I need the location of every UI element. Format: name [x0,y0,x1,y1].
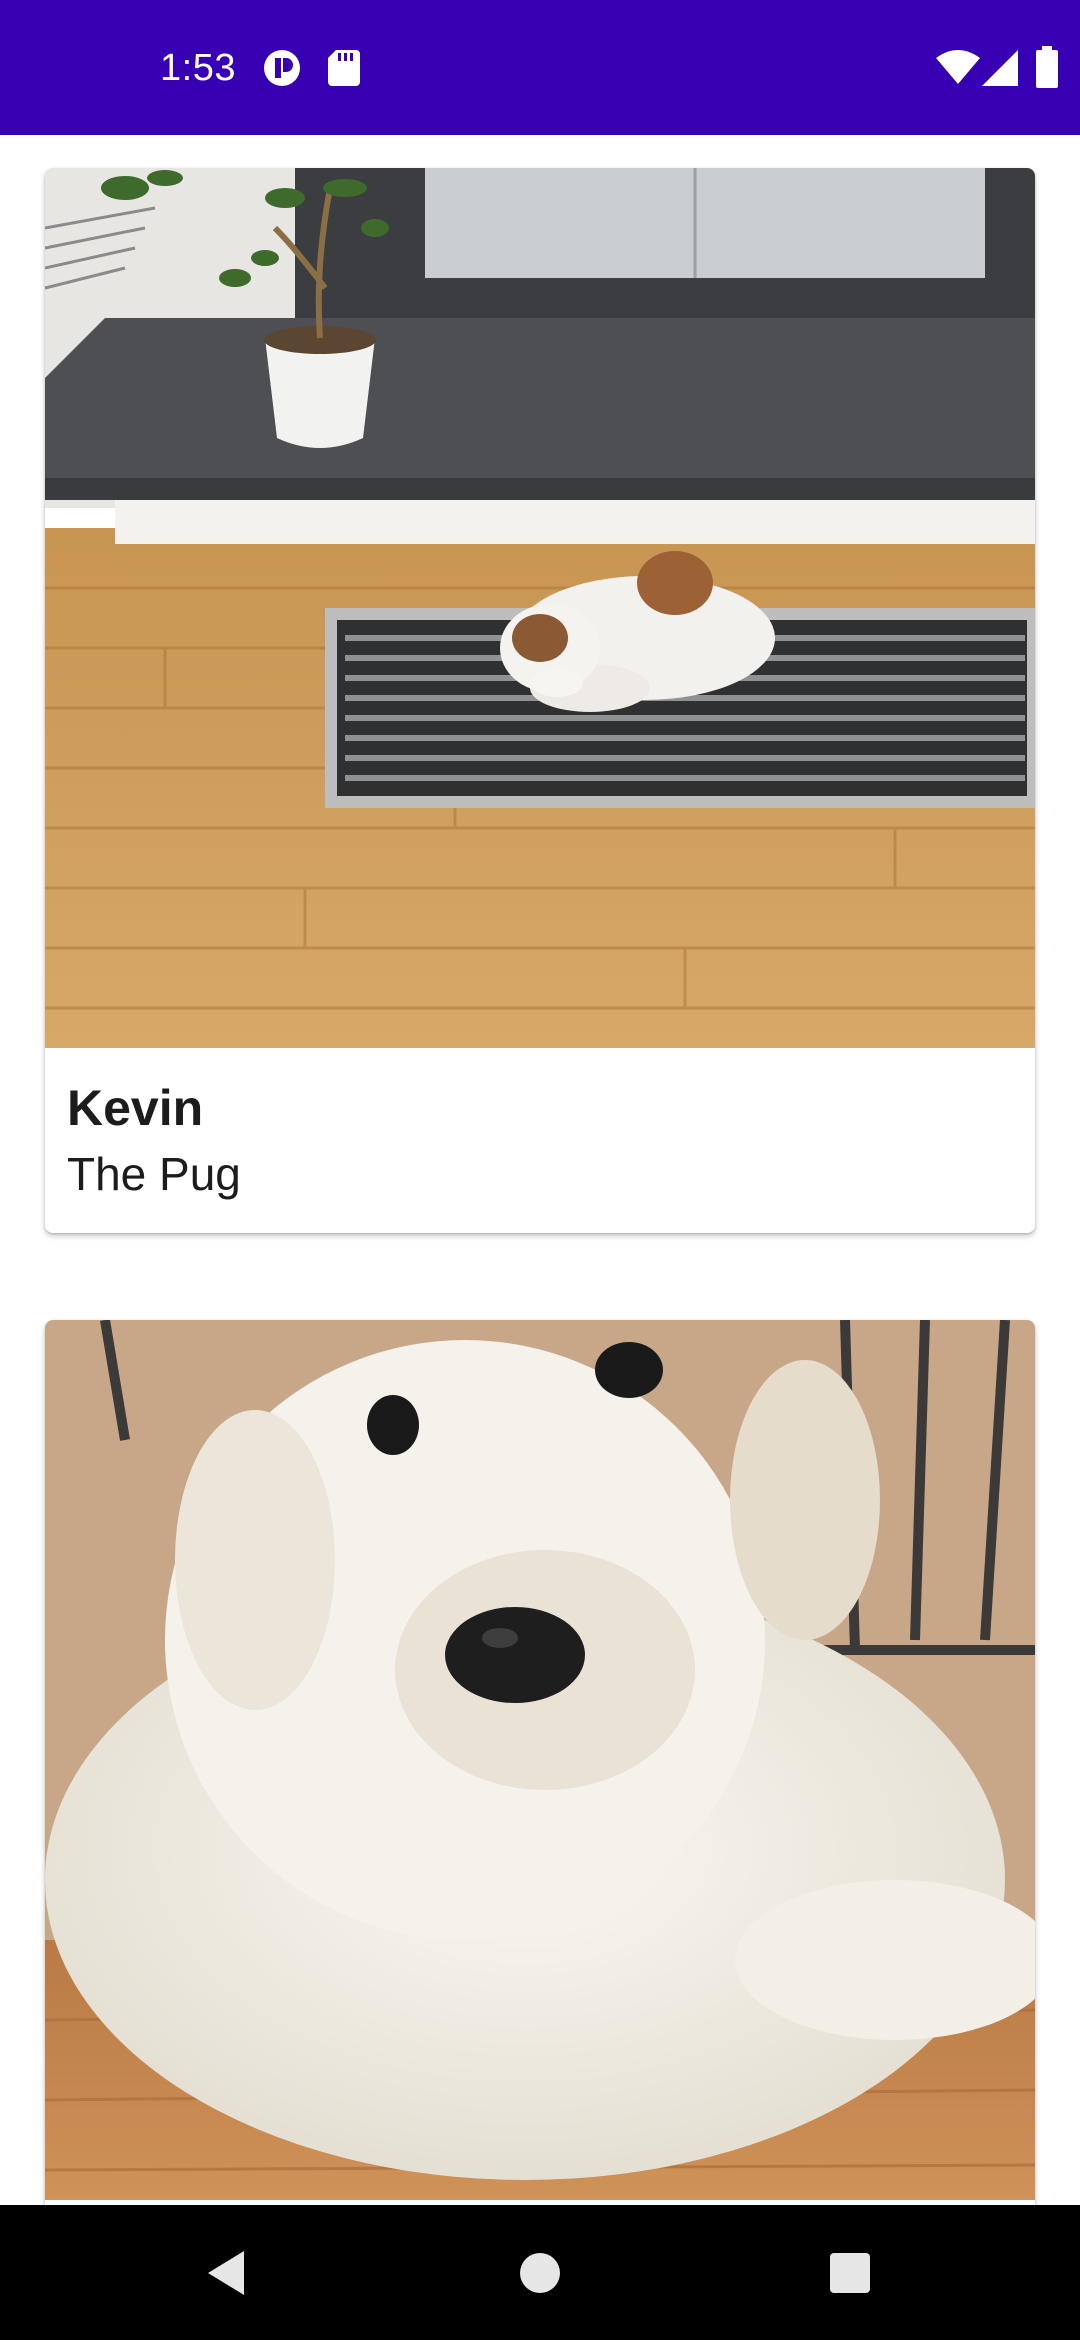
dog-card[interactable]: Kevin The Pug [45,168,1035,1233]
dog-name: Kevin [67,1080,204,1136]
status-time: 1:53 [160,47,236,89]
sd-card-icon [328,50,360,91]
dog-breed: The Pug [67,1148,241,1200]
navigation-bar [0,2205,1080,2340]
battery-icon [1036,46,1058,93]
dog-photo [45,168,1035,1048]
back-icon [208,2250,244,2295]
dog-list[interactable]: Kevin The Pug [0,135,1080,2205]
recents-button[interactable] [770,2205,930,2340]
status-bar: 1:53 [0,0,1080,135]
alert-circle-icon [262,48,302,93]
dog-card[interactable] [45,1320,1035,2205]
recents-icon [830,2252,870,2293]
dog-card-text: Kevin The Pug [67,1048,1013,1202]
wifi-icon [936,50,980,91]
home-button[interactable] [460,2205,620,2340]
home-icon [520,2252,560,2293]
back-button[interactable] [146,2205,306,2340]
signal-icon [982,50,1018,91]
dog-photo [45,1320,1035,2200]
